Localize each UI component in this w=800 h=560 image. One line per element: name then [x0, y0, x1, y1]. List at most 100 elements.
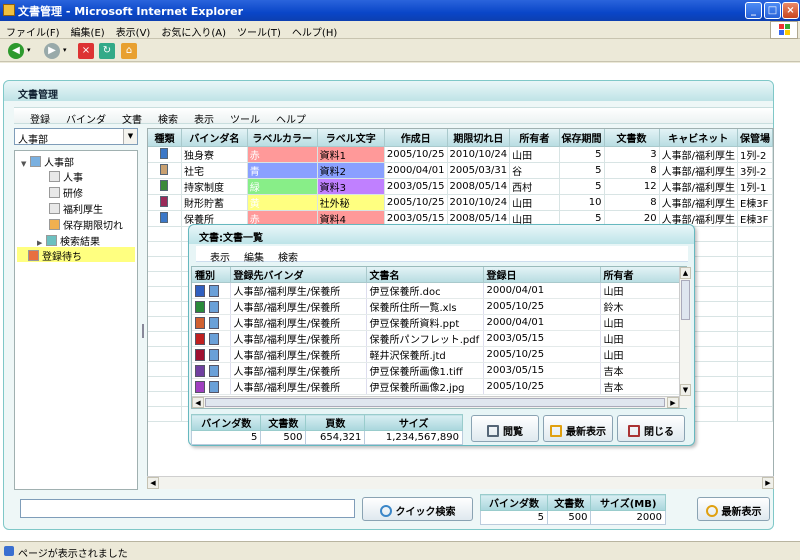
cell-color-label: 青 [247, 162, 318, 179]
binder-row[interactable]: 持家制度緑資料3 2003/05/15 2008/05/14 西村 5 12 人事部/福利厚… [148, 178, 773, 195]
scroll-right-icon[interactable]: ▶ [762, 477, 774, 489]
column-header[interactable]: 期限切れ日 [447, 129, 511, 147]
view-button[interactable]: 閲覧 [471, 415, 539, 442]
column-header[interactable]: バインダ名 [181, 129, 248, 147]
menu-tools[interactable]: ツール(T) [231, 21, 286, 39]
column-header[interactable]: ラベル文字 [317, 129, 385, 147]
menu-view[interactable]: 表示(V) [110, 21, 156, 39]
back-dropdown-icon[interactable]: ▾ [27, 46, 31, 54]
menu-file[interactable]: ファイル(F) [0, 21, 65, 39]
tree-item-expired[interactable]: 保存期限切れ [47, 216, 125, 232]
app-menu-help[interactable]: ヘルプ [260, 108, 306, 126]
dialog-refresh-button[interactable]: 最新表示 [543, 415, 613, 442]
refresh-button[interactable]: 最新表示 [697, 497, 770, 521]
refresh-icon[interactable]: ↻ [99, 43, 115, 59]
document-row[interactable]: 人事部/福利厚生/保養所 伊豆保養所資料.ppt 2000/04/01 山田 [192, 314, 681, 331]
maximize-button[interactable]: □ [764, 2, 781, 19]
column-header[interactable]: ラベルカラー [247, 129, 318, 147]
department-select-value: 人事部 [18, 135, 48, 146]
home-icon[interactable]: ⌂ [121, 43, 137, 59]
expand-icon[interactable]: ▶ [37, 239, 46, 247]
dialog-menu-search[interactable]: 検索 [264, 246, 298, 264]
menu-favorites[interactable]: お気に入り(A) [155, 21, 231, 39]
close-window-button[interactable]: × [782, 2, 799, 19]
app-menu-tools[interactable]: ツール [214, 108, 260, 126]
scroll-thumb[interactable] [205, 398, 665, 407]
quick-search-button[interactable]: クイック検索 [362, 497, 473, 521]
quick-search-input[interactable] [20, 499, 355, 518]
empty-cell [148, 361, 182, 377]
column-header[interactable]: 登録先バインダ [230, 267, 367, 283]
quick-search-label: クイック検索 [395, 507, 456, 518]
column-header[interactable]: 文書数 [604, 129, 660, 147]
app-menu-document[interactable]: 文書 [106, 108, 142, 126]
binder-row[interactable]: 独身寮赤資料1 2005/10/25 2010/10/24 山田 5 3 人事部/福利厚生 1… [148, 146, 773, 163]
scroll-down-icon[interactable]: ▼ [680, 384, 691, 396]
document-grid-vertical-scrollbar[interactable]: ▲ ▼ [679, 267, 691, 408]
empty-cell [148, 226, 182, 242]
forward-dropdown-icon[interactable]: ▾ [63, 46, 67, 54]
attachment-icon [209, 284, 219, 297]
empty-cell [148, 376, 182, 392]
chevron-down-icon[interactable]: ▼ [123, 129, 137, 144]
app-menu-register[interactable]: 登録 [14, 108, 50, 126]
binder-row[interactable]: 社宅青資料2 2000/04/01 2005/03/31 谷 5 8 人事部/福利厚生 3列-… [148, 162, 773, 179]
column-header[interactable]: 作成日 [384, 129, 448, 147]
tree-item-jinji[interactable]: 人事 [47, 168, 85, 184]
column-header[interactable]: 文書名 [366, 267, 484, 283]
document-row[interactable]: 人事部/福利厚生/保養所 伊豆保養所.doc 2000/04/01 山田 [192, 282, 681, 299]
tree-item-search-results[interactable]: ▶ 検索結果 [35, 232, 102, 248]
refresh-label: 最新表示 [721, 507, 762, 518]
attachment-icon [209, 348, 219, 361]
tree-item-pending[interactable]: 登録待ち [17, 247, 135, 263]
attachment-icon [209, 316, 219, 329]
column-header[interactable]: 種類 [148, 129, 182, 147]
menu-help[interactable]: ヘルプ(H) [286, 21, 342, 39]
column-header[interactable]: 所有者 [509, 129, 560, 147]
document-row[interactable]: 人事部/福利厚生/保養所 伊豆保養所画像1.tiff 2003/05/15 吉本 [192, 362, 681, 379]
document-grid-horizontal-scrollbar[interactable]: ◀ ▶ [192, 396, 679, 408]
column-header[interactable]: 保管場 [737, 129, 773, 147]
empty-cell [148, 331, 182, 347]
dialog-menu-edit[interactable]: 編集 [230, 246, 264, 264]
scroll-right-icon[interactable]: ▶ [667, 397, 679, 408]
scroll-thumb[interactable] [681, 280, 690, 320]
department-select[interactable]: 人事部 ▼ [14, 128, 138, 146]
forward-icon[interactable]: ▶ [44, 43, 60, 59]
app-menu-view[interactable]: 表示 [178, 108, 214, 126]
cell-docs: 3 [604, 146, 660, 163]
document-row[interactable]: 人事部/福利厚生/保養所 伊豆保養所画像2.jpg 2005/10/25 吉本 [192, 378, 681, 395]
binder-row[interactable]: 財形貯蓄黄社外秘 2005/10/25 2010/10/24 山田 10 8 人事部/福利厚… [148, 194, 773, 211]
scroll-left-icon[interactable]: ◀ [192, 397, 204, 408]
tree-item-jinjibu[interactable]: ▼ 人事部 [19, 153, 76, 169]
column-header[interactable]: 登録日 [483, 267, 601, 283]
column-header[interactable]: 保存期間 [559, 129, 605, 147]
dialog-close-button[interactable]: 閉じる [617, 415, 685, 442]
tree-item-kenshu[interactable]: 研修 [47, 184, 85, 200]
document-row[interactable]: 人事部/福利厚生/保養所 保養所パンフレット.pdf 2003/05/15 山田 [192, 330, 681, 347]
empty-cell [148, 301, 182, 317]
back-icon[interactable]: ◀ [8, 43, 24, 59]
scroll-left-icon[interactable]: ◀ [147, 477, 159, 489]
cell-created: 2000/04/01 [384, 162, 448, 179]
dialog-menu-view[interactable]: 表示 [196, 246, 230, 264]
column-header[interactable]: 種別 [192, 267, 231, 283]
column-header[interactable]: キャビネット [659, 129, 738, 147]
tree-label: 登録待ち [42, 252, 82, 263]
menu-edit[interactable]: 編集(E) [65, 21, 110, 39]
binder-type-cell [148, 194, 182, 211]
pane-splitter[interactable] [140, 128, 146, 490]
grid-horizontal-scrollbar[interactable]: ◀ ▶ [147, 476, 774, 489]
document-row[interactable]: 人事部/福利厚生/保養所 軽井沢保養所.jtd 2005/10/25 山田 [192, 346, 681, 363]
minimize-button[interactable]: _ [745, 2, 762, 19]
app-menu-binder[interactable]: バインダ [50, 108, 106, 126]
document-row[interactable]: 人事部/福利厚生/保養所 保養所住所一覧.xls 2005/10/25 鈴木 [192, 298, 681, 315]
scroll-up-icon[interactable]: ▲ [680, 267, 691, 279]
app-menu-search[interactable]: 検索 [142, 108, 178, 126]
empty-cell [737, 406, 773, 422]
empty-cell [737, 241, 773, 257]
stop-icon[interactable]: × [78, 43, 94, 59]
collapse-icon[interactable]: ▼ [21, 160, 30, 168]
tree-item-fukuri[interactable]: 福利厚生 [47, 200, 105, 216]
column-header[interactable]: 所有者 [600, 267, 681, 283]
